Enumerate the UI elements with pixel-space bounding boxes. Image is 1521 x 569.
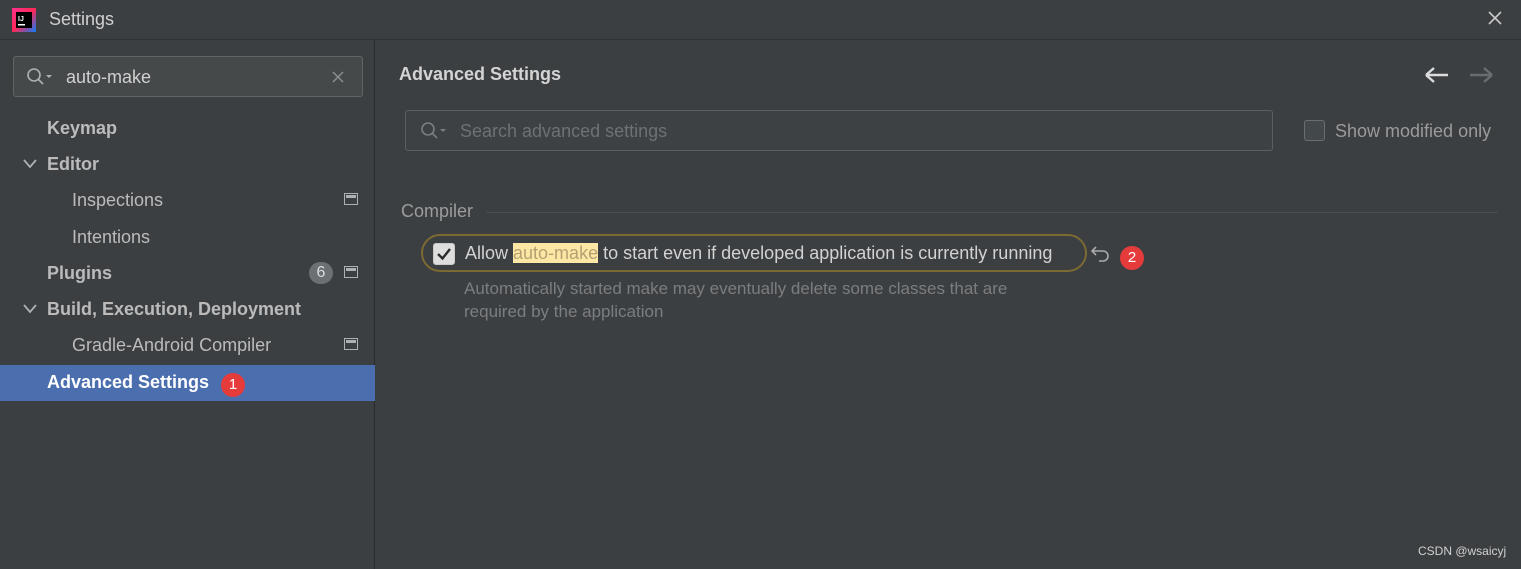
clear-search-icon[interactable] — [330, 69, 346, 85]
title-bar: IJ Settings — [0, 0, 1521, 40]
allow-auto-make-label[interactable]: Allow auto-make to start even if develop… — [465, 243, 1052, 264]
advanced-settings-content: Show modified only Compiler Allow auto-m… — [376, 97, 1521, 569]
tree-item-intentions[interactable]: Intentions — [0, 219, 375, 255]
svg-text:IJ: IJ — [18, 16, 24, 23]
settings-search-box[interactable] — [13, 56, 363, 97]
search-match-highlight: auto-make — [513, 243, 599, 263]
tree-item-plugins[interactable]: Plugins 6 — [0, 255, 375, 291]
tree-item-inspections[interactable]: Inspections — [0, 182, 375, 218]
group-divider — [486, 212, 1498, 213]
main-header: Advanced Settings — [376, 40, 1521, 97]
tree-item-label: Intentions — [72, 227, 151, 247]
back-arrow-icon[interactable] — [1424, 66, 1450, 84]
tree-item-gradle-android-compiler[interactable]: Gradle-Android Compiler — [0, 327, 375, 363]
annotation-badge-1: 1 — [221, 373, 245, 397]
allow-auto-make-checkbox[interactable] — [433, 243, 455, 265]
plugins-count-badge: 6 — [309, 262, 333, 284]
checkbox-box[interactable] — [1304, 120, 1325, 141]
main-panel: Advanced Settings Show modified only Com… — [376, 40, 1521, 569]
group-title-compiler: Compiler — [401, 201, 474, 221]
watermark: CSDN @wsaicyj — [1418, 544, 1507, 558]
show-modified-only-label: Show modified only — [1335, 121, 1492, 141]
forward-arrow-icon[interactable] — [1468, 66, 1494, 84]
tree-item-editor[interactable]: Editor — [0, 146, 375, 182]
intellij-logo-icon: IJ — [12, 8, 36, 32]
search-icon — [27, 68, 52, 85]
annotation-badge-2: 2 — [1120, 246, 1144, 270]
tree-item-label: Editor — [47, 154, 99, 174]
project-settings-icon — [344, 338, 358, 350]
project-settings-icon — [344, 193, 358, 205]
project-settings-icon — [344, 266, 358, 278]
tree-item-label: Plugins — [47, 263, 113, 283]
tree-item-build-execution-deployment[interactable]: Build, Execution, Deployment — [0, 291, 375, 327]
checkmark-icon — [437, 248, 451, 261]
window-title: Settings — [49, 9, 115, 29]
close-icon[interactable] — [1484, 7, 1506, 29]
tree-item-label: Advanced Settings — [47, 372, 210, 392]
option-text-before: Allow — [465, 243, 509, 263]
settings-sidebar: Keymap Editor Inspections Intentions Plu… — [0, 40, 375, 569]
tree-item-label: Keymap — [47, 118, 118, 138]
option-text-after: to start even if developed application i… — [603, 243, 1053, 263]
advanced-search-box[interactable] — [405, 110, 1273, 151]
settings-search-input[interactable] — [66, 66, 316, 88]
advanced-search-input[interactable] — [460, 120, 1240, 142]
search-icon — [421, 122, 446, 139]
page-title: Advanced Settings — [399, 64, 562, 84]
tree-item-advanced-settings[interactable]: Advanced Settings 1 — [0, 365, 375, 401]
chevron-down-icon[interactable] — [22, 157, 38, 171]
chevron-down-icon[interactable] — [22, 302, 38, 316]
tree-item-label: Inspections — [72, 190, 164, 210]
reset-to-default-icon[interactable] — [1090, 243, 1112, 263]
tree-item-label: Build, Execution, Deployment — [47, 299, 302, 319]
option-description: Automatically started make may eventuall… — [464, 279, 1008, 321]
tree-item-keymap[interactable]: Keymap — [0, 110, 375, 146]
tree-item-label: Gradle-Android Compiler — [72, 335, 272, 355]
